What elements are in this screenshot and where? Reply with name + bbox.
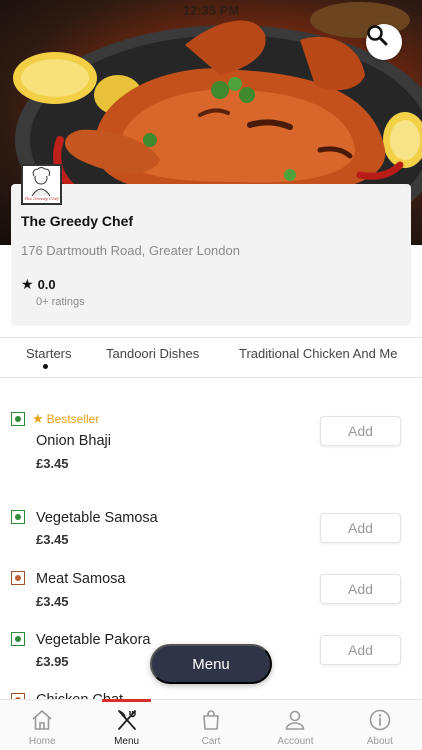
item-name: Meat Samosa xyxy=(36,571,126,587)
star-icon: ★ xyxy=(21,276,34,292)
item-name: Vegetable Pakora xyxy=(36,632,151,648)
nav-cart[interactable]: Cart xyxy=(169,700,253,750)
item-name: Vegetable Samosa xyxy=(36,510,158,526)
bottom-navigation: Home Menu Cart Account About xyxy=(0,699,422,750)
restaurant-logo: The Greedy Chef xyxy=(21,164,62,205)
nav-about[interactable]: About xyxy=(338,700,422,750)
rating-row: ★ 0.0 xyxy=(21,276,56,293)
add-button[interactable]: Add xyxy=(320,513,401,543)
status-bar-time: 12:35 PM xyxy=(182,3,240,18)
menu-button[interactable]: Menu xyxy=(150,644,272,684)
restaurant-name: The Greedy Chef xyxy=(21,213,134,229)
info-icon xyxy=(369,709,391,731)
bestseller-label: Bestseller xyxy=(46,412,100,426)
home-icon xyxy=(32,710,52,730)
search-icon xyxy=(367,25,388,46)
user-icon xyxy=(286,710,305,730)
nav-menu-label: Menu xyxy=(114,736,140,747)
nav-account-label: Account xyxy=(277,736,314,747)
nav-cart-label: Cart xyxy=(201,736,221,747)
restaurant-address: 176 Dartmouth Road, Greater London xyxy=(21,243,240,258)
tab-starters[interactable]: Starters xyxy=(26,346,72,361)
item-price: £3.45 xyxy=(36,456,69,471)
tab-tandoori-dishes[interactable]: Tandoori Dishes xyxy=(106,346,199,361)
tab-traditional-chicken[interactable]: Traditional Chicken And Me xyxy=(239,346,398,361)
nav-about-label: About xyxy=(366,736,393,747)
active-tab-indicator xyxy=(43,364,48,369)
chef-logo-icon: The Greedy Chef xyxy=(24,167,60,201)
search-button[interactable] xyxy=(366,24,402,60)
add-button[interactable]: Add xyxy=(320,635,401,665)
item-price: £3.45 xyxy=(36,532,69,547)
item-name: Onion Bhaji xyxy=(36,433,111,449)
veg-indicator-icon xyxy=(11,510,25,524)
non-veg-indicator-icon xyxy=(11,571,25,585)
nav-home-label: Home xyxy=(28,736,56,747)
nav-home[interactable]: Home xyxy=(0,700,84,750)
rating-count: 0+ ratings xyxy=(36,296,85,308)
item-price: £3.95 xyxy=(36,654,69,669)
shopping-bag-icon xyxy=(203,710,219,730)
nav-menu[interactable]: Menu xyxy=(84,699,168,750)
add-button[interactable]: Add xyxy=(320,416,401,446)
restaurant-info-card: The Greedy Chef The Greedy Chef 176 Dart… xyxy=(11,164,411,326)
veg-indicator-icon xyxy=(11,632,25,646)
rating-value: 0.0 xyxy=(37,277,56,292)
bestseller-badge: ★ Bestseller xyxy=(32,411,99,427)
add-button[interactable]: Add xyxy=(320,574,401,604)
veg-indicator-icon xyxy=(11,412,25,426)
category-tabs: Starters Tandoori Dishes Traditional Chi… xyxy=(0,337,422,378)
fork-knife-icon xyxy=(117,710,136,730)
nav-account[interactable]: Account xyxy=(253,700,337,750)
active-nav-indicator xyxy=(102,699,152,702)
item-price: £3.45 xyxy=(36,594,69,609)
logo-wordmark: The Greedy Chef xyxy=(24,196,60,201)
star-icon: ★ xyxy=(32,411,44,426)
